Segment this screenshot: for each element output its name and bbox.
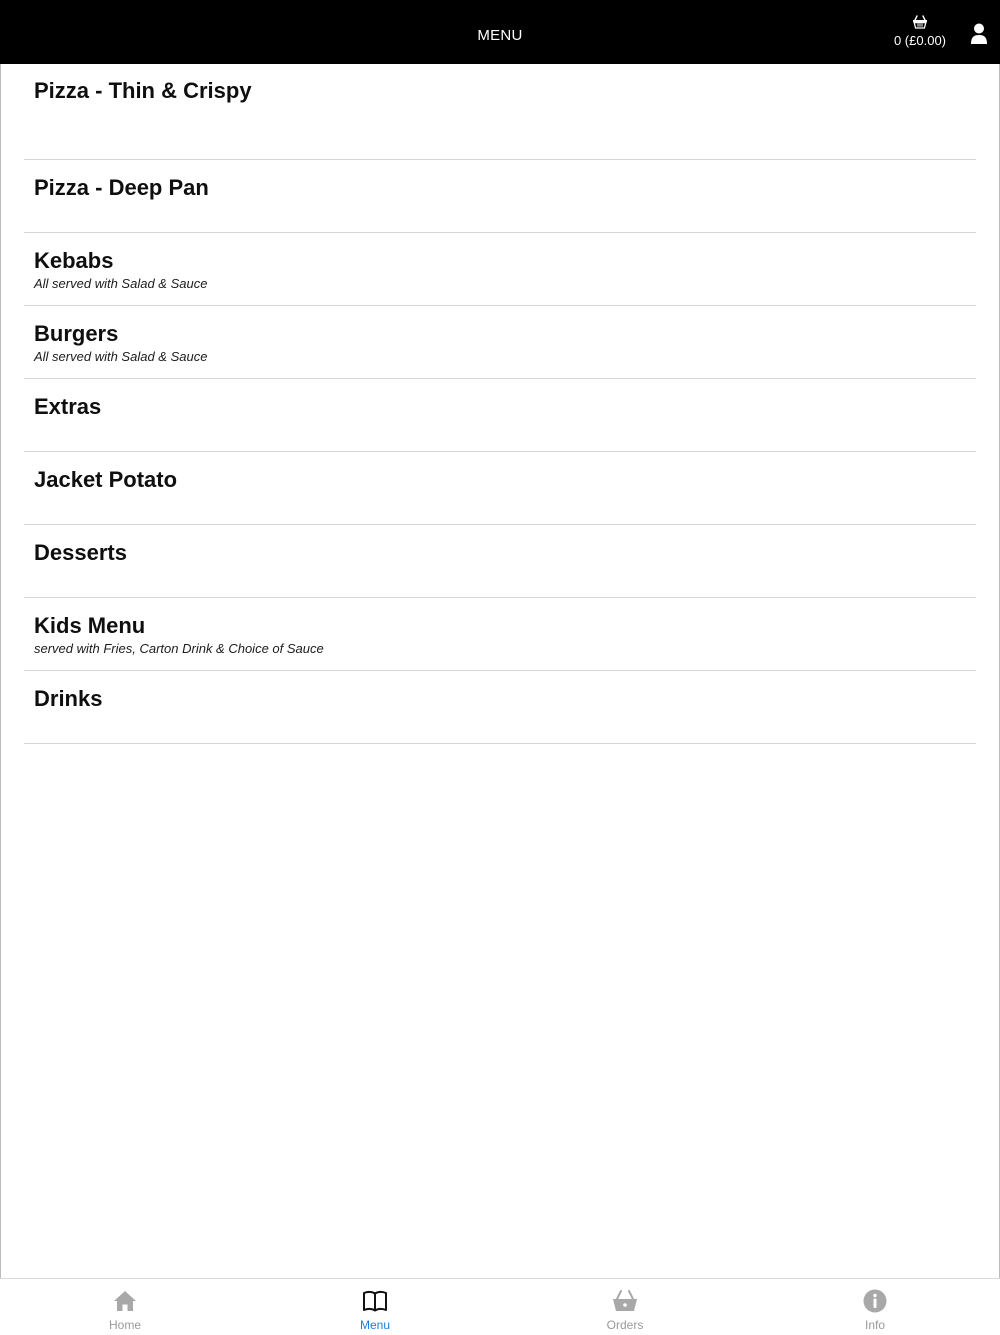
category-subtitle: All served with Salad & Sauce	[34, 276, 208, 291]
tab-label: Menu	[359, 1318, 391, 1332]
info-icon	[863, 1289, 887, 1313]
category-subtitle: served with Fries, Carton Drink & Choice…	[34, 641, 324, 656]
category-title: Burgers	[34, 321, 119, 346]
frame-border-left	[0, 64, 1, 1334]
menu-category-desserts[interactable]: Desserts	[24, 525, 976, 598]
menu-category-drinks[interactable]: Drinks	[24, 671, 976, 744]
menu-category-kebabs[interactable]: Kebabs All served with Salad & Sauce	[24, 233, 976, 306]
category-title: Kids Menu	[34, 613, 146, 638]
category-title: Extras	[34, 394, 102, 419]
tab-label: Orders	[606, 1318, 644, 1332]
category-title: Jacket Potato	[34, 467, 178, 492]
app-header: MENU 0 (£0.00)	[0, 0, 1000, 64]
basket-icon	[913, 15, 927, 29]
category-title: Drinks	[34, 686, 103, 711]
page-title: MENU	[477, 27, 523, 44]
category-title: Desserts	[34, 540, 127, 565]
user-icon[interactable]	[970, 22, 988, 46]
category-title: Pizza - Deep Pan	[34, 175, 209, 200]
tab-label: Home	[108, 1318, 141, 1332]
cart-button[interactable]: 0 (£0.00)	[890, 15, 950, 48]
bottom-tab-bar: Home Menu Orders Info	[0, 1278, 1000, 1335]
category-subtitle: All served with Salad & Sauce	[34, 349, 208, 364]
menu-category-burgers[interactable]: Burgers All served with Salad & Sauce	[24, 306, 976, 379]
tab-label: Info	[864, 1318, 885, 1332]
category-title: Pizza - Thin & Crispy	[34, 78, 252, 103]
home-icon	[114, 1291, 136, 1311]
cart-summary: 0 (£0.00)	[893, 33, 947, 48]
menu-category-pizza-thin-crispy[interactable]: Pizza - Thin & Crispy	[24, 64, 976, 160]
tab-info[interactable]: Info	[750, 1279, 1000, 1335]
menu-category-extras[interactable]: Extras	[24, 379, 976, 452]
book-icon	[363, 1290, 387, 1312]
menu-category-jacket-potato[interactable]: Jacket Potato	[24, 452, 976, 525]
tab-orders[interactable]: Orders	[500, 1279, 750, 1335]
basket-icon	[613, 1290, 637, 1311]
tab-menu[interactable]: Menu	[250, 1279, 500, 1335]
menu-category-list: Pizza - Thin & Crispy Pizza - Deep Pan K…	[24, 78, 976, 744]
category-title: Kebabs	[34, 248, 114, 273]
tab-home[interactable]: Home	[0, 1279, 250, 1335]
menu-category-kids-menu[interactable]: Kids Menu served with Fries, Carton Drin…	[24, 598, 976, 671]
menu-category-pizza-deep-pan[interactable]: Pizza - Deep Pan	[24, 160, 976, 233]
